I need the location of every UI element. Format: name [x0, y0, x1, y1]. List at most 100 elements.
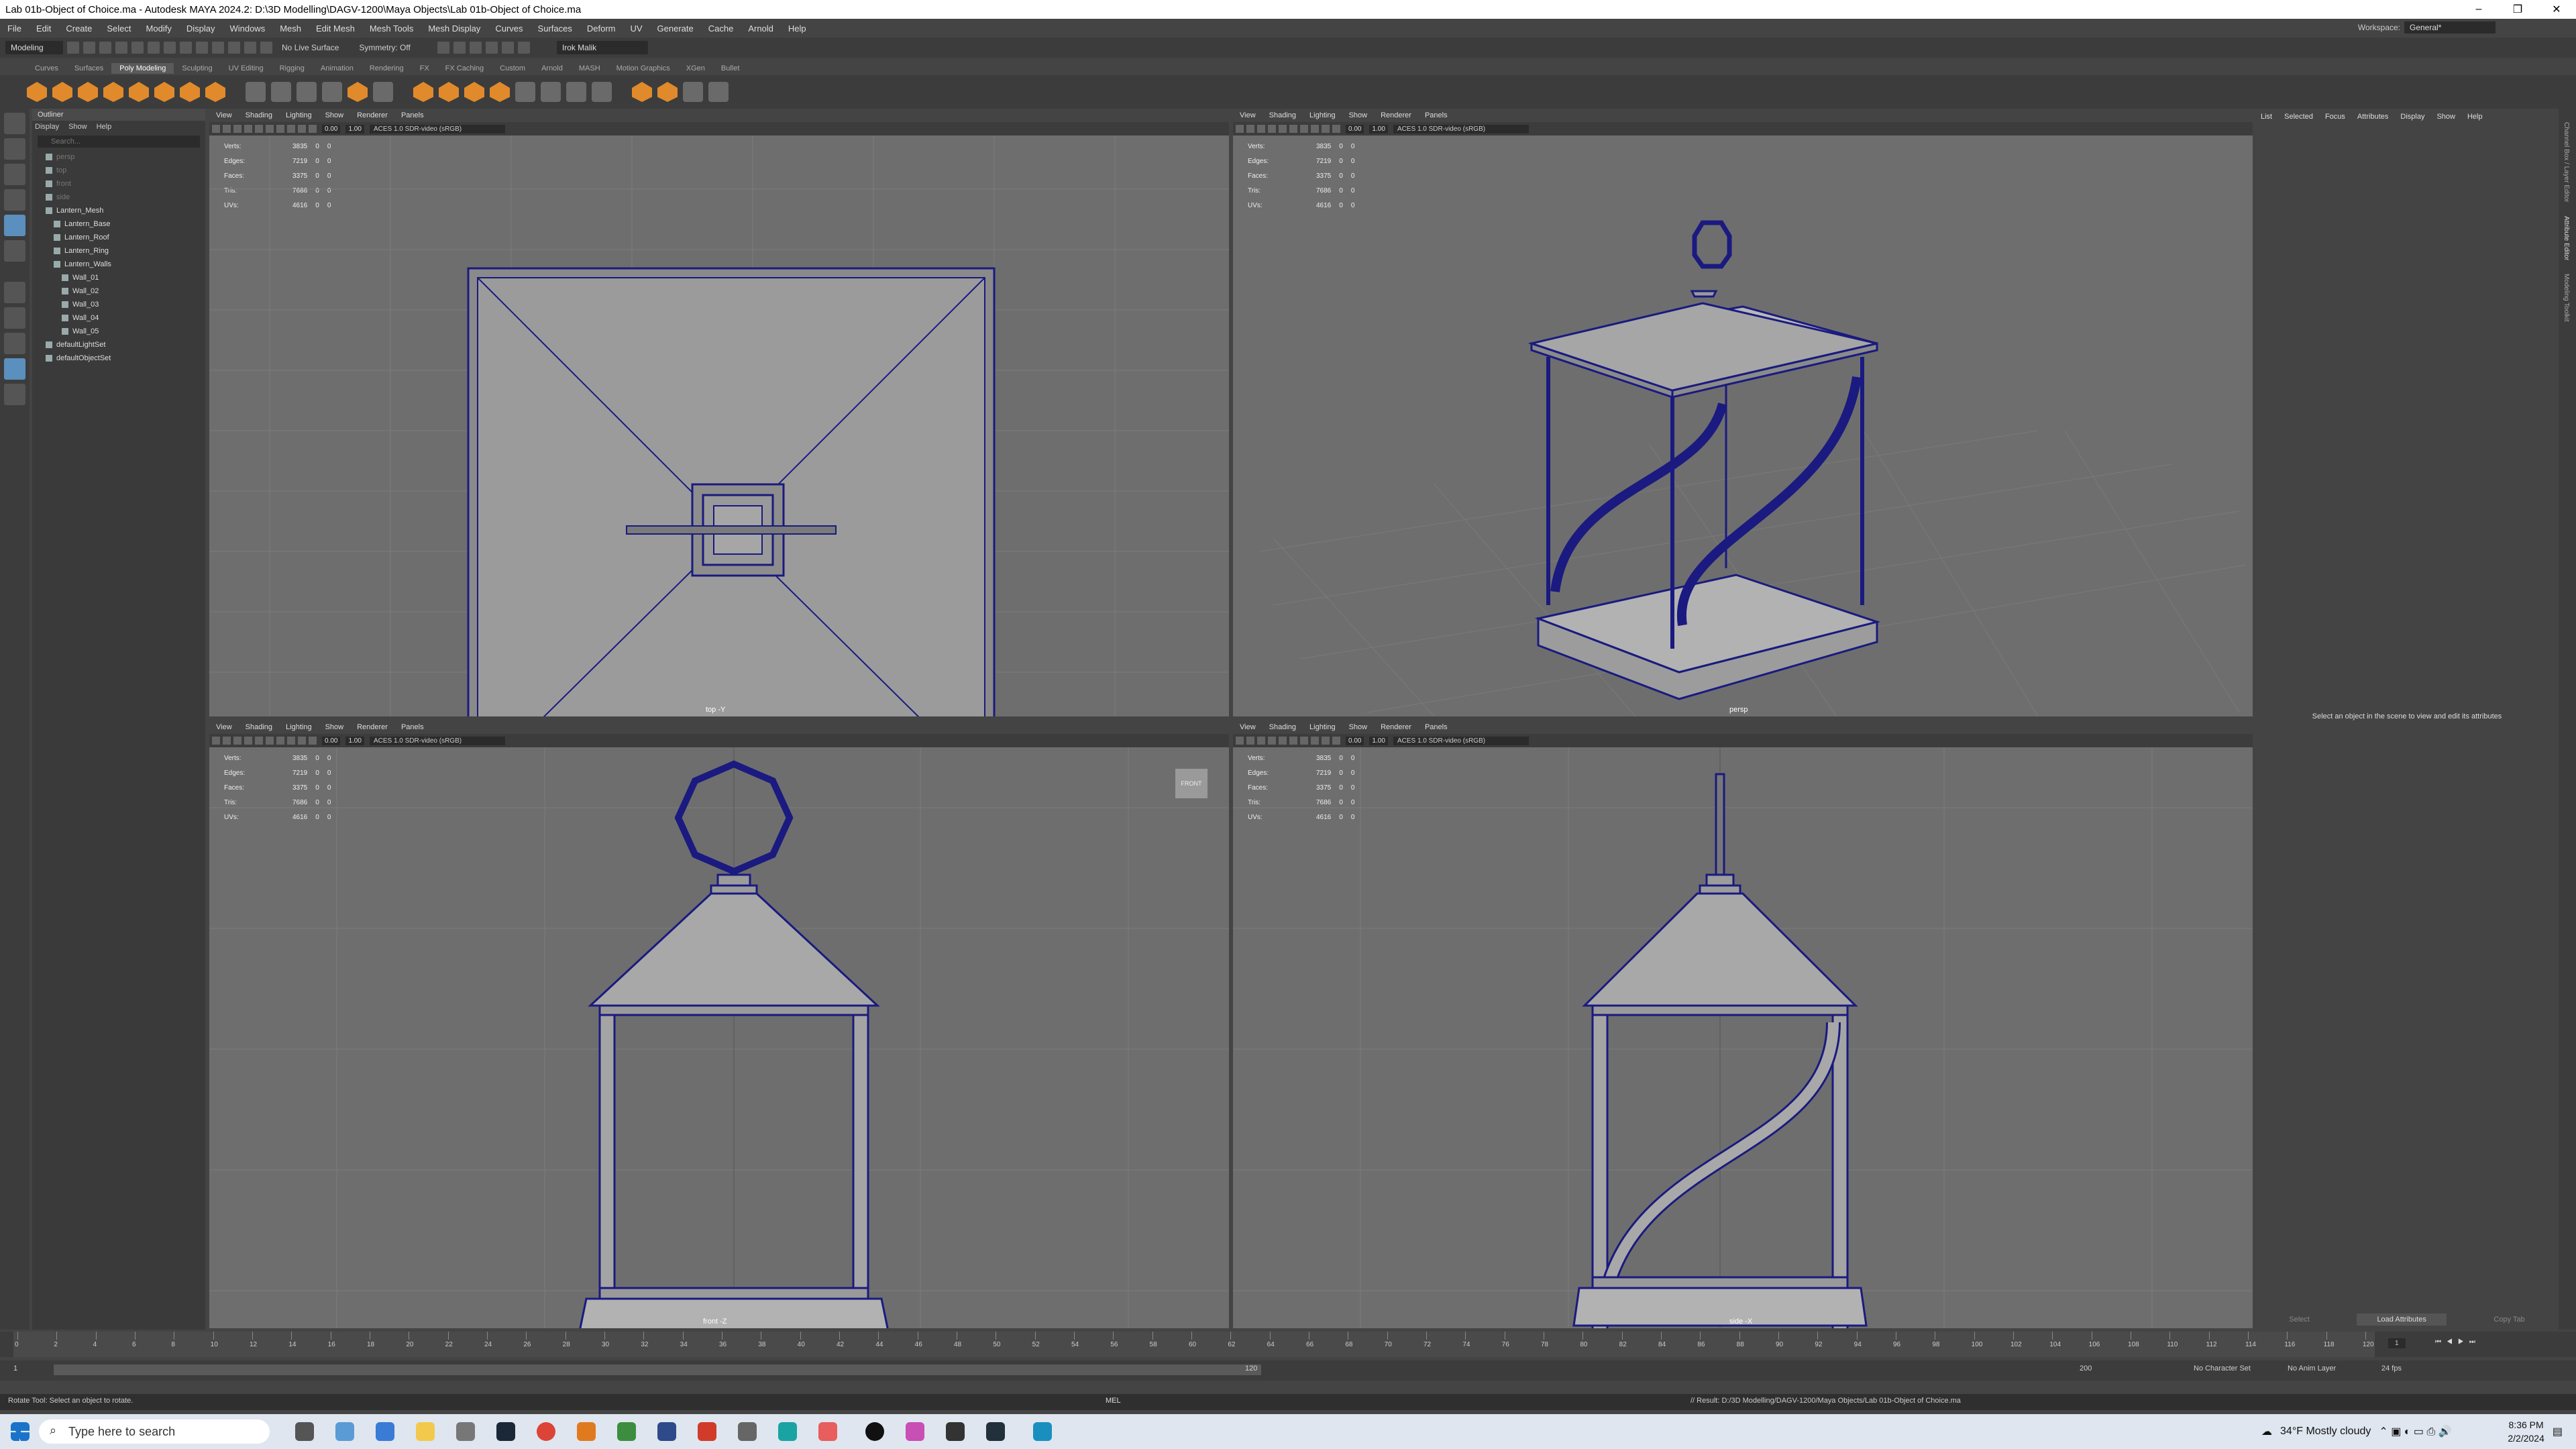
playback-controls[interactable]: ⏮◀▶⏭	[2435, 1338, 2481, 1346]
weather-icon[interactable]: ☁	[2261, 1425, 2272, 1438]
vp-menu-lighting[interactable]: Lighting	[279, 723, 319, 731]
file-explorer-icon[interactable]	[416, 1422, 435, 1441]
menu-mesh-tools[interactable]: Mesh Tools	[362, 23, 421, 34]
wireframe-icon[interactable]	[233, 125, 241, 133]
hypershade-icon[interactable]	[501, 42, 514, 54]
save-scene-icon[interactable]	[99, 42, 111, 54]
bridge-icon[interactable]	[439, 82, 459, 102]
gamma-field[interactable]: 1.00	[1369, 736, 1388, 745]
isolate-select-icon[interactable]	[1322, 125, 1330, 133]
camera-icon[interactable]	[1236, 737, 1244, 745]
colorspace-dropdown[interactable]: ACES 1.0 SDR-video (sRGB)	[369, 736, 505, 745]
outliner-item[interactable]: Wall_02	[32, 284, 205, 298]
weather-text[interactable]: 34°F Mostly cloudy	[2280, 1426, 2371, 1438]
maya-taskbar-icon[interactable]	[1033, 1422, 1052, 1441]
extract-icon[interactable]	[297, 82, 317, 102]
outliner-item[interactable]: Wall_04	[32, 311, 205, 325]
outliner-item[interactable]: Lantern_Base	[32, 217, 205, 231]
ipr-render-icon[interactable]	[469, 42, 482, 54]
ambient-occlusion-icon[interactable]	[1311, 125, 1319, 133]
mel-toggle[interactable]: MEL	[1106, 1397, 1121, 1405]
ae-menu-help[interactable]: Help	[2467, 113, 2483, 121]
textured-icon[interactable]	[1279, 737, 1287, 745]
grid-icon[interactable]	[1246, 737, 1254, 745]
vp-menu-renderer[interactable]: Renderer	[1374, 111, 1418, 119]
menu-mesh[interactable]: Mesh	[272, 23, 309, 34]
vp-menu-view[interactable]: View	[1233, 723, 1263, 731]
shelf-tab-curves[interactable]: Curves	[27, 63, 66, 74]
combine-icon[interactable]	[246, 82, 266, 102]
xray-icon[interactable]	[1332, 737, 1340, 745]
shelf-tab-uv-editing[interactable]: UV Editing	[221, 63, 272, 74]
outliner-item[interactable]: Lantern_Ring	[32, 244, 205, 258]
shadows-icon[interactable]	[1300, 737, 1308, 745]
app-icon-2[interactable]	[456, 1422, 475, 1441]
anim-layer-dropdown[interactable]: No Anim Layer	[2288, 1364, 2336, 1373]
outliner-item[interactable]: Lantern_Walls	[32, 258, 205, 271]
outliner-item[interactable]: Lantern_Mesh	[32, 204, 205, 217]
soft-select-icon[interactable]	[708, 82, 729, 102]
shelf-tab-surfaces[interactable]: Surfaces	[66, 63, 111, 74]
ambient-occlusion-icon[interactable]	[287, 737, 295, 745]
redo-icon[interactable]	[131, 42, 144, 54]
gamma-field[interactable]: 1.00	[1369, 124, 1388, 133]
grid-icon[interactable]	[223, 737, 231, 745]
shadows-icon[interactable]	[276, 737, 284, 745]
exposure-field[interactable]: 0.00	[1346, 124, 1364, 133]
ambient-occlusion-icon[interactable]	[1311, 737, 1319, 745]
isolate-select-icon[interactable]	[1322, 737, 1330, 745]
outliner-item[interactable]: side	[32, 191, 205, 204]
snap-grid-icon[interactable]	[196, 42, 208, 54]
range-inner-end-field[interactable]: 120	[1245, 1364, 1257, 1373]
camera-icon[interactable]	[1236, 125, 1244, 133]
calculator-icon[interactable]	[376, 1422, 394, 1441]
smooth-shade-icon[interactable]	[244, 125, 252, 133]
menu-uv[interactable]: UV	[623, 23, 649, 34]
open-scene-icon[interactable]	[83, 42, 95, 54]
outliner-menu-show[interactable]: Show	[68, 123, 87, 131]
camera-icon[interactable]	[212, 737, 220, 745]
wireframe-icon[interactable]	[233, 737, 241, 745]
vp-menu-shading[interactable]: Shading	[1263, 111, 1303, 119]
outliner-item[interactable]: defaultLightSet	[32, 338, 205, 352]
poly-sphere-icon[interactable]	[27, 82, 47, 102]
app-icon-3[interactable]	[617, 1422, 636, 1441]
snap-surface-icon[interactable]	[260, 42, 272, 54]
vp-menu-shading[interactable]: Shading	[239, 723, 279, 731]
ae-select-button[interactable]: Select	[2269, 1313, 2330, 1326]
clock[interactable]: 8:36 PM 2/2/2024	[2508, 1418, 2544, 1445]
sculpt-icon[interactable]	[632, 82, 652, 102]
arnold-render-icon[interactable]	[517, 42, 530, 54]
blender-icon[interactable]	[577, 1422, 596, 1441]
outliner-menu-display[interactable]: Display	[35, 123, 59, 131]
separate-icon[interactable]	[271, 82, 291, 102]
target-weld-icon[interactable]	[541, 82, 561, 102]
insert-edge-loop-icon[interactable]	[566, 82, 586, 102]
viewport-persp[interactable]: View Shading Lighting Show Renderer Pane…	[1233, 109, 2253, 716]
obs-icon[interactable]	[865, 1422, 884, 1441]
menu-create[interactable]: Create	[58, 23, 99, 34]
shelf-tab-motion-graphics[interactable]: Motion Graphics	[608, 63, 678, 74]
undo-icon[interactable]	[115, 42, 127, 54]
shelf-tab-poly-modeling[interactable]: Poly Modeling	[111, 63, 174, 74]
append-polygon-icon[interactable]	[592, 82, 612, 102]
poly-plane-icon[interactable]	[154, 82, 174, 102]
persp-outliner-icon[interactable]	[4, 333, 25, 354]
outliner-item[interactable]: Wall_01	[32, 271, 205, 284]
viewport-front[interactable]: View Shading Lighting Show Renderer Pane…	[209, 720, 1229, 1328]
shelf-tab-fx[interactable]: FX	[412, 63, 437, 74]
colorspace-dropdown[interactable]: ACES 1.0 SDR-video (sRGB)	[1393, 124, 1529, 133]
vp-menu-shading[interactable]: Shading	[239, 111, 279, 119]
shelf-tab-arnold[interactable]: Arnold	[533, 63, 571, 74]
app-icon-4[interactable]	[657, 1422, 676, 1441]
isolate-select-icon[interactable]	[298, 737, 306, 745]
poly-cube-icon[interactable]	[52, 82, 72, 102]
outliner-item[interactable]: defaultObjectSet	[32, 352, 205, 365]
vp-menu-show[interactable]: Show	[1342, 723, 1375, 731]
quad-draw-icon[interactable]	[657, 82, 678, 102]
ae-menu-display[interactable]: Display	[2400, 113, 2424, 121]
vp-menu-view[interactable]: View	[209, 111, 239, 119]
menu-cache[interactable]: Cache	[701, 23, 741, 34]
windows-start-icon[interactable]	[11, 1422, 30, 1441]
gamma-field[interactable]: 1.00	[345, 124, 364, 133]
